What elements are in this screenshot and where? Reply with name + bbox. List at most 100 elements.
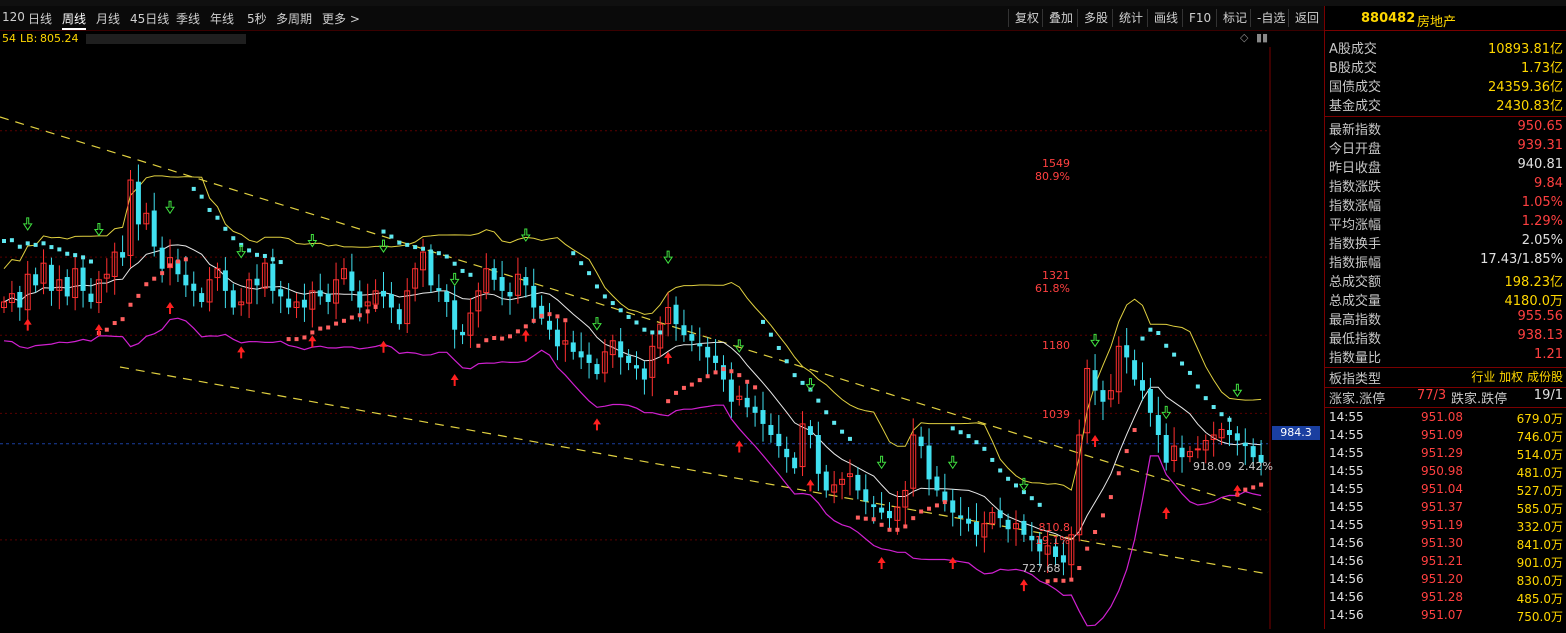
bond-turnover-row: 国债成交 24359.36亿 xyxy=(1327,76,1565,95)
tick-time: 14:55 xyxy=(1329,446,1364,460)
window-control-icon[interactable]: ▮▮ xyxy=(1256,31,1268,44)
overlay-button[interactable]: 叠加 xyxy=(1042,9,1073,27)
candle-body xyxy=(325,293,331,302)
sar-dot xyxy=(555,314,560,319)
sar-dot xyxy=(508,334,512,339)
mark-button[interactable]: 标记 xyxy=(1216,9,1247,27)
sar-dot xyxy=(753,385,758,390)
sar-dot xyxy=(191,186,196,191)
buy-arrow-icon xyxy=(592,418,601,431)
stat-value: 950.65 xyxy=(1517,119,1564,134)
sar-dot xyxy=(571,251,576,256)
candle-body xyxy=(428,250,434,286)
candle-body xyxy=(1155,415,1161,435)
stat-label: 今日开盘 xyxy=(1329,142,1382,157)
candle-body xyxy=(452,300,458,330)
sar-dot xyxy=(1116,471,1121,476)
stat-row: 指数振幅 17.43/1.85% xyxy=(1327,252,1565,271)
candle-body xyxy=(80,267,86,291)
kline-svg[interactable] xyxy=(0,47,1324,629)
back-button[interactable]: 返回 xyxy=(1288,9,1319,27)
sar-dot xyxy=(1108,495,1113,500)
candle-body xyxy=(570,342,576,352)
candle-body xyxy=(1124,345,1130,358)
tick-row: 14:55 951.08 679.0万 xyxy=(1327,410,1565,428)
index-type-values[interactable]: 行业 加权 成份股 xyxy=(1471,368,1563,385)
sar-dot xyxy=(168,263,173,268)
sar-dot xyxy=(832,420,837,425)
stat-label: 总成交额 xyxy=(1329,275,1382,290)
draw-line-button[interactable]: 画线 xyxy=(1147,9,1178,27)
sar-dot xyxy=(855,515,860,520)
a-share-turnover-value: 10893.81亿 xyxy=(1487,42,1563,57)
f10-button[interactable]: F10 xyxy=(1182,9,1211,27)
stat-row: 昨日收盘 940.81 xyxy=(1327,157,1565,176)
index-info-panel: 880482 房地产 A股成交 10893.81亿 B股成交 1.73亿 国债成… xyxy=(1324,6,1566,629)
stat-row: 指数换手 2.05% xyxy=(1327,233,1565,252)
sar-dot xyxy=(650,330,655,335)
stat-value: 17.43/1.85% xyxy=(1480,252,1563,267)
add-watchlist-button[interactable]: -自选 xyxy=(1250,9,1285,27)
stat-value: 955.56 xyxy=(1517,309,1564,324)
multi-stock-button[interactable]: 多股 xyxy=(1077,9,1108,27)
diamond-icon[interactable]: ◇ xyxy=(1240,31,1248,44)
more-menu[interactable]: 更多 > xyxy=(322,10,360,27)
sar-dot xyxy=(25,241,30,246)
candle-body xyxy=(713,355,719,363)
tick-volume: 841.0万 xyxy=(1516,538,1563,552)
sell-arrow-icon xyxy=(1232,383,1243,398)
kline-chart[interactable]: 1549 80.9% 1321 61.8% 1180 1039 810.8 19… xyxy=(0,47,1324,629)
candle-body xyxy=(1234,433,1240,441)
candle-body xyxy=(997,510,1003,519)
current-price-tag: 984.3 xyxy=(1272,426,1320,440)
sar-dot xyxy=(737,373,742,378)
tab-5sec[interactable]: 5秒 xyxy=(247,10,267,27)
statistics-button[interactable]: 统计 xyxy=(1112,9,1143,27)
sar-dot xyxy=(318,326,323,331)
candle-body xyxy=(1092,370,1098,391)
updown-row: 涨家.涨停 77/3 跌家.跌停 19/1 xyxy=(1327,388,1565,407)
candle-body xyxy=(815,435,821,474)
candle-body xyxy=(33,274,39,286)
sar-dot xyxy=(397,240,402,245)
tab-daily[interactable]: 日线 xyxy=(28,10,52,27)
tick-time: 14:56 xyxy=(1329,554,1364,568)
candle-body xyxy=(1021,520,1027,535)
indicator-bar: 54 LB: 805.24 ◇ ▮▮ xyxy=(0,31,1324,47)
tick-volume: 527.0万 xyxy=(1516,484,1563,498)
sar-dot xyxy=(1077,566,1082,571)
candle-body xyxy=(1132,360,1138,380)
buy-arrow-icon xyxy=(379,340,388,353)
right-price-marker: 918.09 xyxy=(1193,460,1232,473)
stat-label: 总成交量 xyxy=(1329,294,1382,309)
bollinger-bands xyxy=(3,175,1262,627)
stat-label: 指数换手 xyxy=(1329,237,1382,252)
sar-dot xyxy=(1132,428,1137,433)
fund-turnover-value: 2430.83亿 xyxy=(1496,99,1563,114)
sar-dot xyxy=(492,336,497,340)
candle-body xyxy=(381,290,386,297)
candle-body xyxy=(807,426,813,435)
sar-dot xyxy=(547,312,552,317)
sar-dot xyxy=(49,245,54,250)
candle-body xyxy=(349,271,355,291)
sar-dot xyxy=(1006,476,1011,481)
tab-multi-period[interactable]: 多周期 xyxy=(276,10,312,27)
sar-dot xyxy=(563,318,568,323)
candle-body xyxy=(120,252,126,258)
sell-arrow-icon xyxy=(592,317,602,331)
sar-dot xyxy=(112,321,117,326)
tab-quarterly[interactable]: 季线 xyxy=(176,10,200,27)
tab-weekly[interactable]: 周线 xyxy=(62,10,87,30)
tab-45day[interactable]: 45日线 xyxy=(130,10,169,27)
panel-header: 880482 房地产 xyxy=(1325,6,1566,31)
tab-yearly[interactable]: 年线 xyxy=(210,10,234,27)
tick-volume: 481.0万 xyxy=(1516,466,1563,480)
tab-monthly[interactable]: 月线 xyxy=(96,10,120,27)
candle-body xyxy=(792,457,798,469)
sar-dot xyxy=(199,194,204,199)
candle-body xyxy=(1005,519,1011,530)
restore-rights-button[interactable]: 复权 xyxy=(1008,9,1039,27)
tick-time: 14:55 xyxy=(1329,500,1364,514)
period-prefix[interactable]: 120 xyxy=(2,10,25,24)
